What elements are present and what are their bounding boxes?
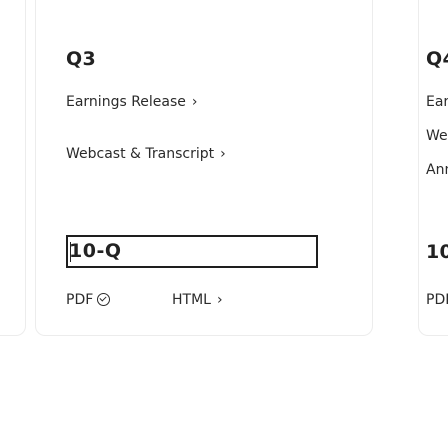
earnings-release-link[interactable]: Earnings Release › (66, 94, 198, 110)
filing-10q-focus[interactable]: 10-Q (66, 235, 318, 268)
webcast-transcript-label: Webcast & Transcript (66, 146, 215, 162)
pdf-download-link[interactable]: PDF (66, 292, 111, 308)
pdf-label: PDF (66, 292, 94, 308)
quarter-heading: Q3 (66, 48, 96, 70)
filing-10q-heading: 10-Q (69, 240, 122, 262)
chevron-right-icon: › (220, 146, 226, 162)
quarterly-results-page: Q3 Earnings Release › Webcast & Transcrip… (0, 0, 448, 448)
q4-earnings-release-link[interactable]: Earnings Release (426, 94, 448, 110)
webcast-transcript-link[interactable]: Webcast & Transcript › (66, 146, 226, 162)
text-cursor (70, 242, 71, 262)
html-label: HTML (172, 292, 211, 308)
chevron-right-icon: › (216, 292, 223, 308)
quarter-card-previous (0, 0, 26, 336)
q4-annual-report-link[interactable]: Annual Report (426, 162, 448, 178)
filing-10k-heading: 10-K (426, 241, 448, 263)
quarter-heading-q4: Q4 (426, 48, 448, 70)
chevron-right-icon: › (191, 94, 198, 110)
download-check-icon (97, 293, 111, 306)
q4-pdf-download-link[interactable]: PDF (426, 292, 448, 308)
earnings-release-label: Earnings Release (66, 94, 186, 110)
q4-webcast-transcript-link[interactable]: Webcast & Transcript (426, 128, 448, 144)
html-link[interactable]: HTML › (172, 292, 223, 308)
